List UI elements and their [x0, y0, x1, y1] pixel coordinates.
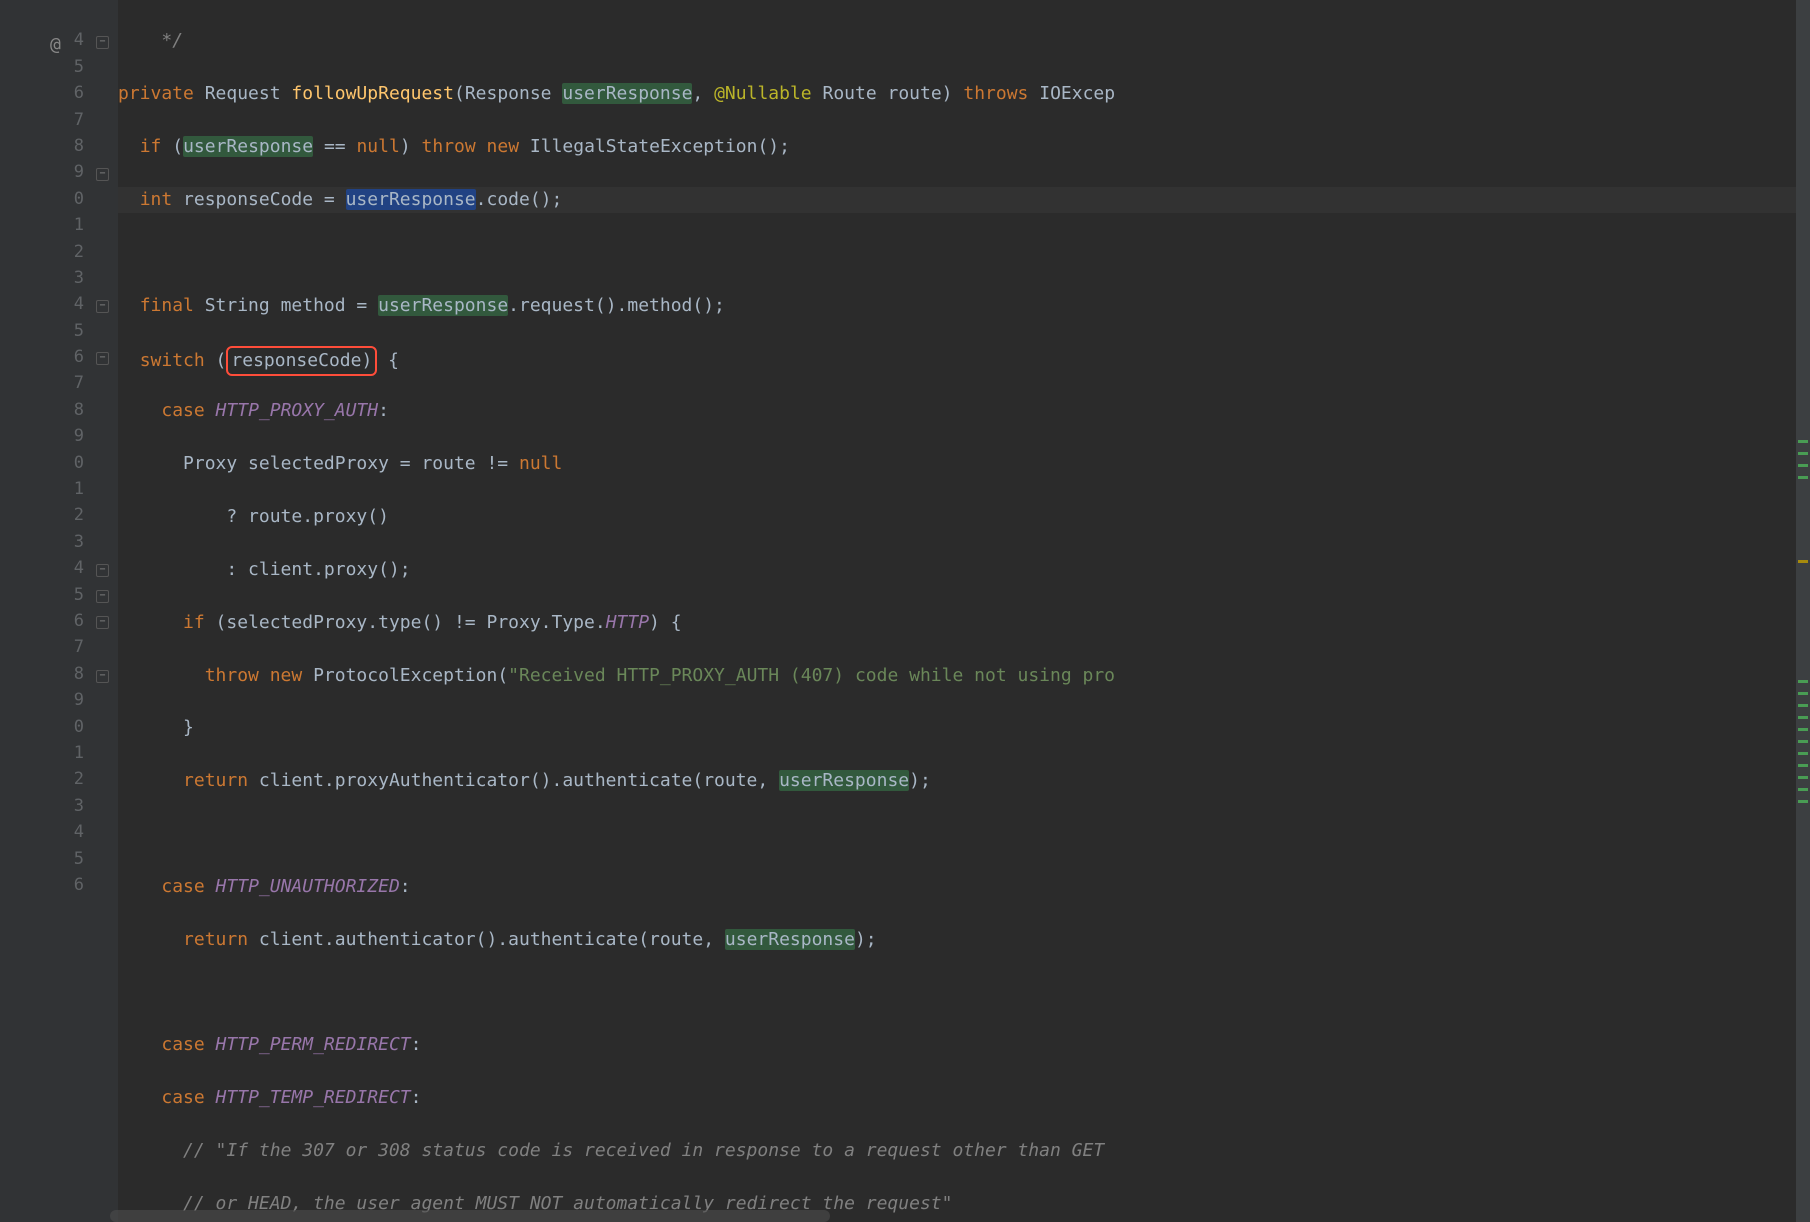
scrollbar-marks[interactable] — [1796, 0, 1810, 1222]
modified-marker-icon: @ — [50, 32, 61, 58]
code-line: private Request followUpRequest(Response… — [118, 81, 1810, 107]
code-line: Proxy selectedProxy = route != null — [118, 451, 1810, 477]
code-line: */ — [118, 28, 1810, 54]
fold-toggle-icon[interactable] — [96, 616, 109, 629]
code-line: case HTTP_UNAUTHORIZED: — [118, 874, 1810, 900]
code-line: final String method = userResponse.reque… — [118, 293, 1810, 319]
code-line — [118, 980, 1810, 1006]
fold-toggle-icon[interactable] — [96, 300, 109, 313]
code-line: return client.authenticator().authentica… — [118, 927, 1810, 953]
fold-column — [90, 0, 118, 1222]
fold-toggle-icon[interactable] — [96, 590, 109, 603]
fold-toggle-icon[interactable] — [96, 670, 109, 683]
code-line: // "If the 307 or 308 status code is rec… — [118, 1138, 1810, 1164]
highlight-annotation: responseCode) — [226, 346, 377, 376]
code-line: if (userResponse == null) throw new Ille… — [118, 134, 1810, 160]
code-line: : client.proxy(); — [118, 557, 1810, 583]
fold-toggle-icon[interactable] — [96, 36, 109, 49]
code-line: } — [118, 715, 1810, 741]
code-line: return client.proxyAuthenticator().authe… — [118, 768, 1810, 794]
code-editor[interactable]: 4 5 6 7 8 9 0 1 2 3 4 5 6 7 8 9 0 1 2 3 … — [0, 0, 1810, 1222]
code-line: ? route.proxy() — [118, 504, 1810, 530]
line-number-gutter: 4 5 6 7 8 9 0 1 2 3 4 5 6 7 8 9 0 1 2 3 … — [0, 0, 90, 1222]
horizontal-scrollbar[interactable] — [110, 1210, 830, 1222]
code-line — [118, 821, 1810, 847]
fold-toggle-icon[interactable] — [96, 352, 109, 365]
code-line: case HTTP_PERM_REDIRECT: — [118, 1032, 1810, 1058]
code-text-area[interactable]: */ private Request followUpRequest(Respo… — [118, 0, 1810, 1222]
fold-toggle-icon[interactable] — [96, 564, 109, 577]
code-line: case HTTP_PROXY_AUTH: — [118, 398, 1810, 424]
code-line-current: int responseCode = userResponse.code(); — [118, 187, 1810, 213]
fold-toggle-icon[interactable] — [96, 168, 109, 181]
code-line: case HTTP_TEMP_REDIRECT: — [118, 1085, 1810, 1111]
code-line: switch (responseCode) { — [118, 346, 1810, 372]
code-line — [118, 240, 1810, 266]
code-line: throw new ProtocolException("Received HT… — [118, 663, 1810, 689]
code-line: if (selectedProxy.type() != Proxy.Type.H… — [118, 610, 1810, 636]
